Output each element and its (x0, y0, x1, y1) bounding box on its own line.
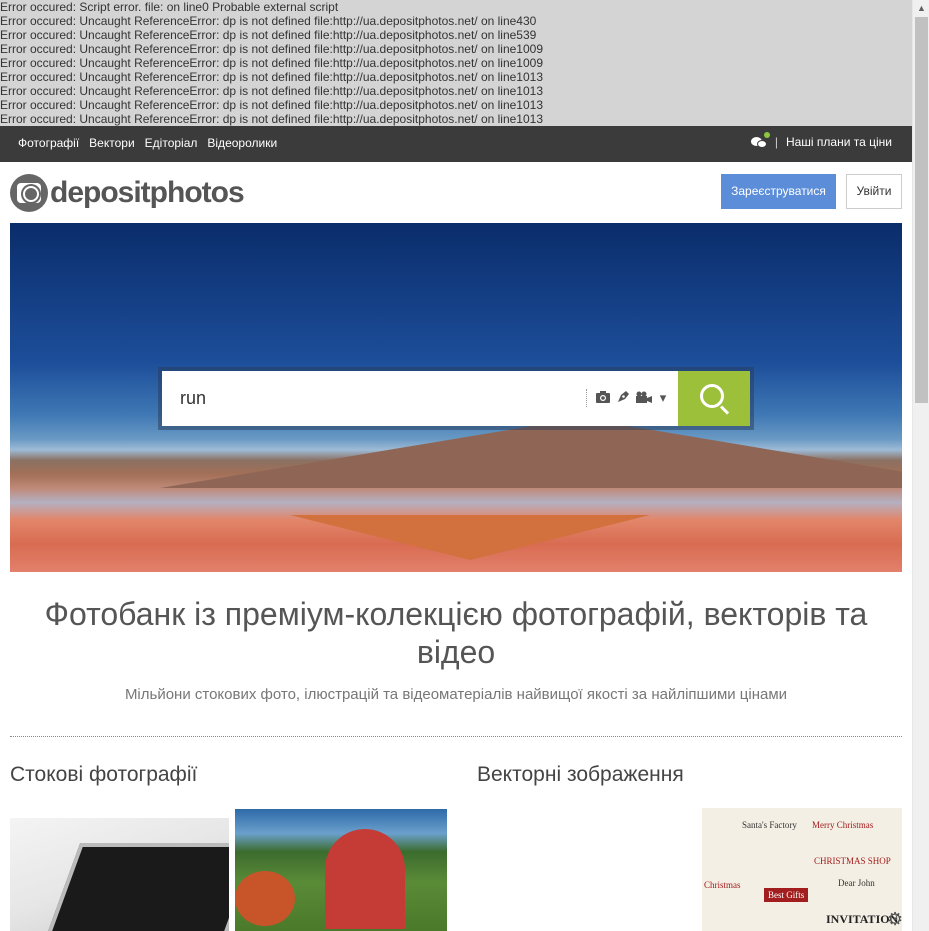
caret-down-icon[interactable]: ▾ (656, 390, 670, 406)
page-subtitle: Мільйони стокових фото, ілюстрацій та ві… (124, 686, 788, 703)
vector-thumbnail-christmas[interactable]: Santa's Factory Merry Christmas CHRISTMA… (702, 808, 902, 931)
error-console: Error occured: Script error. file: on li… (0, 0, 912, 126)
error-line: Error occured: Uncaught ReferenceError: … (0, 84, 543, 98)
chat-icon[interactable] (750, 132, 770, 149)
nav-link-videos[interactable]: Відеоролики (207, 136, 277, 150)
vector-text: Christmas (704, 880, 741, 890)
content-type-selector[interactable]: ▾ (596, 390, 670, 406)
error-line: Error occured: Uncaught ReferenceError: … (0, 42, 543, 56)
error-line: Error occured: Uncaught ReferenceError: … (0, 56, 543, 70)
hero-mountain (160, 418, 902, 488)
nav-separator: | (774, 135, 778, 149)
stock-thumbnail-car[interactable] (10, 818, 229, 931)
logo-text: depositphotos (50, 176, 245, 209)
camera-icon[interactable] (596, 390, 610, 406)
section-title-vectors[interactable]: Векторні зображення (477, 763, 684, 787)
nav-link-vectors[interactable]: Вектори (89, 136, 134, 150)
pen-icon[interactable] (616, 390, 630, 406)
login-button[interactable]: Увійти (846, 174, 902, 209)
vector-text: CHRISTMAS SHOP (814, 856, 891, 866)
plans-link[interactable]: Наші плани та ціни (786, 135, 892, 149)
error-line: Error occured: Uncaught ReferenceError: … (0, 112, 543, 126)
vector-text: Dear John (838, 878, 875, 888)
vector-text: Merry Christmas (812, 820, 874, 830)
vector-text: Santa's Factory (742, 820, 797, 830)
nav-right: | Наші плани та ціни (750, 132, 892, 149)
search-bar: ▾ (162, 371, 750, 426)
top-navigation: Фотографії Вектори Едіторіал Відеоролики… (0, 126, 912, 162)
scroll-up-arrow-icon[interactable]: ▲ (913, 0, 929, 17)
page-title: Фотобанк із преміум-колекцією фотографій… (44, 596, 868, 670)
stock-thumbnail-football[interactable] (235, 809, 447, 931)
section-title-stock-photos[interactable]: Стокові фотографії (10, 763, 197, 787)
nav-link-photos[interactable]: Фотографії (18, 136, 79, 150)
video-camera-icon[interactable] (636, 391, 652, 406)
search-divider (586, 389, 587, 407)
search-input[interactable] (162, 371, 582, 426)
camera-logo-icon (10, 174, 48, 212)
error-line: Error occured: Uncaught ReferenceError: … (0, 14, 537, 28)
error-line: Error occured: Uncaught ReferenceError: … (0, 70, 543, 84)
vertical-scrollbar[interactable]: ▲ (912, 0, 929, 931)
logo[interactable]: depositphotos (10, 174, 245, 212)
divider (10, 736, 902, 737)
search-icon (700, 384, 724, 408)
category-links: Фотографії Вектори Едіторіал Відеоролики (18, 136, 277, 150)
site-header: depositphotos Зареєструватися Увійти (0, 162, 912, 222)
nav-link-editorial[interactable]: Едіторіал (145, 136, 198, 150)
online-dot-icon (763, 132, 770, 138)
hero-reflection (290, 515, 650, 560)
vector-text: Best Gifts (764, 888, 809, 902)
gear-icon[interactable]: ⚙ (887, 910, 905, 928)
error-line: Error occured: Uncaught ReferenceError: … (0, 98, 543, 112)
error-line: Error occured: Script error. file: on li… (0, 0, 339, 14)
error-line: Error occured: Uncaught ReferenceError: … (0, 28, 537, 42)
search-button[interactable] (678, 371, 750, 426)
scroll-thumb[interactable] (915, 17, 928, 403)
register-button[interactable]: Зареєструватися (721, 174, 836, 209)
